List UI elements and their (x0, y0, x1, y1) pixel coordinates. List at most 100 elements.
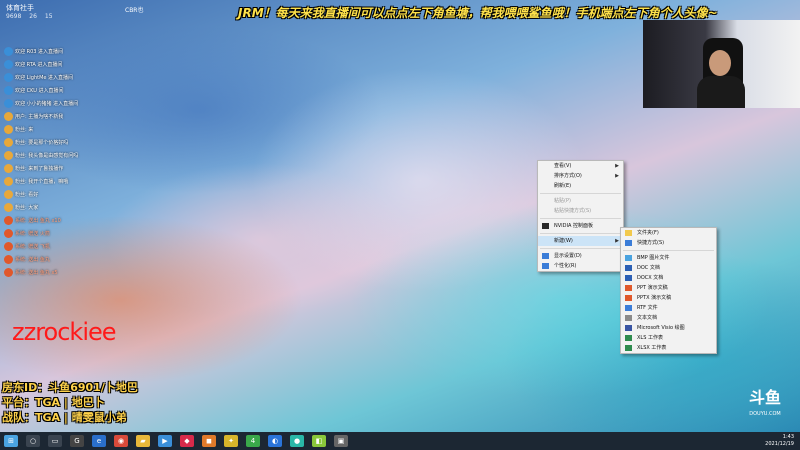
chat-message-text: 粉丝: 我头像是由感觉有问吗 (15, 153, 79, 159)
chevron-right-icon: ▶ (615, 238, 619, 244)
menu-item[interactable]: DOCX 文档 (621, 273, 716, 283)
tray-time: 1:43 (782, 434, 794, 440)
chat-message: 粉丝: 看好 (4, 189, 154, 202)
menu-separator (540, 218, 621, 219)
chevron-right-icon: ▶ (615, 163, 619, 169)
user-badge-icon (4, 86, 13, 95)
user-badge-icon (4, 99, 13, 108)
app-teal-icon[interactable]: ● (290, 435, 304, 447)
menu-item[interactable]: 文本文档 (621, 313, 716, 323)
app-yellow-icon[interactable]: ✦ (224, 435, 238, 447)
xls-file-icon (625, 335, 632, 341)
menu-item[interactable]: 文件夹(F) (621, 228, 716, 238)
menu-item[interactable]: Microsoft Visio 绘图 (621, 323, 716, 333)
menu-item[interactable]: 排序方式(O) ▶ (538, 171, 623, 181)
chat-message-text: 粉丝: 来 (15, 127, 34, 133)
user-badge-icon (4, 177, 13, 186)
user-badge-icon (4, 164, 13, 173)
menu-item-label: PPT 演示文稿 (637, 285, 668, 291)
task-view-icon[interactable]: ▭ (48, 435, 62, 447)
app-gray-icon[interactable]: ▣ (334, 435, 348, 447)
user-badge-icon (4, 47, 13, 56)
app-g-icon[interactable]: G (70, 435, 84, 447)
chat-message-text: 粉丝: 来到了鲁独播作 (15, 166, 64, 172)
ppt-file-icon (625, 285, 632, 291)
menu-item-label: 粘贴(P) (554, 198, 571, 204)
display-icon (542, 253, 549, 259)
app-lime-icon[interactable]: ◧ (312, 435, 326, 447)
shortcut-icon (625, 240, 632, 246)
chat-message-text: 系统: 送出 鱼丸 x10 (15, 218, 61, 224)
douyu-logo-text: 斗鱼 (748, 388, 781, 407)
menu-item[interactable]: PPT 演示文稿 (621, 283, 716, 293)
menu-separator (540, 233, 621, 234)
file-explorer-icon[interactable]: ▰ (136, 435, 150, 447)
txt-file-icon (625, 315, 632, 321)
menu-item[interactable]: 新建(W) ▶ (538, 236, 623, 246)
menu-item-label: RTF 文件 (637, 305, 658, 311)
menu-item[interactable]: DOC 文档 (621, 263, 716, 273)
menu-item-label: 新建(W) (554, 238, 573, 244)
chat-message: 系统: 送出 鱼丸 (4, 254, 154, 267)
menu-item-label: PPTX 演示文稿 (637, 295, 672, 301)
search-icon[interactable]: ○ (26, 435, 40, 447)
bmp-file-icon (625, 255, 632, 261)
user-badge-icon (4, 125, 13, 134)
stream-title-banner: JRM！每天来我直播间可以点点左下角鱼塘，帮我喂喂鲨鱼哦！手机端点左下角个人头像… (238, 6, 718, 20)
nvidia-icon (542, 223, 549, 229)
user-badge-icon (4, 151, 13, 160)
app-red-icon[interactable]: ◆ (180, 435, 194, 447)
chat-message: 粉丝: 大家 (4, 202, 154, 215)
edge-icon[interactable]: e (92, 435, 106, 447)
menu-item[interactable]: BMP 图片文件 (621, 253, 716, 263)
menu-item[interactable]: 刷新(E) (538, 181, 623, 191)
app-green-icon[interactable]: 4 (246, 435, 260, 447)
chat-message-text: 粉丝: 大家 (15, 205, 39, 211)
rtf-file-icon (625, 305, 632, 311)
chat-message-text: 用户: 主播为啥不新我 (15, 114, 64, 120)
chat-message-text: 系统: 送出 鱼丸 (15, 257, 50, 263)
webcam-person-body (697, 76, 745, 108)
visio-file-icon (625, 325, 632, 331)
webcam-person-head (709, 50, 731, 76)
room-stats: 9698 26 15 (6, 13, 146, 20)
chat-message: 系统: 赠送 火箭 (4, 228, 154, 241)
menu-item[interactable]: XLS 工作表 (621, 333, 716, 343)
doc-file-icon (625, 265, 632, 271)
menu-item-label: 文本文档 (637, 315, 658, 321)
chat-message: 粉丝: 我开个直播，嘛哦 (4, 176, 154, 189)
stat-viewers: 9698 (6, 13, 22, 20)
start-icon[interactable]: ⊞ (4, 435, 18, 447)
system-tray-clock[interactable]: 1:43 2021/12/19 (765, 434, 794, 448)
user-badge-icon (4, 138, 13, 147)
douyu-logo-sub: DOUYU.COM (749, 411, 781, 417)
menu-item[interactable]: 快捷方式(S) (621, 238, 716, 248)
media-icon[interactable]: ▶ (158, 435, 172, 447)
chat-message: 系统: 赠送 飞机 (4, 241, 154, 254)
menu-item-label: XLS 工作表 (637, 335, 663, 341)
app-orange-icon[interactable]: ◼ (202, 435, 216, 447)
streamer-info-block: 房东ID：斗鱼6901/卜地巴 平台：TGA | 地巴卜 战队：TGA | 晴雯… (2, 380, 138, 425)
app-blue-icon[interactable]: ◐ (268, 435, 282, 447)
menu-item[interactable]: 显示设置(D) (538, 251, 623, 261)
chat-message: 粉丝: 要是那个价格好吗 (4, 137, 154, 150)
menu-item[interactable]: NVIDIA 控制面板 (538, 221, 623, 231)
menu-item-label: 粘贴快捷方式(S) (554, 208, 592, 214)
menu-item[interactable]: 个性化(R) (538, 261, 623, 271)
chrome-icon[interactable]: ◉ (114, 435, 128, 447)
menu-item: 粘贴(P) (538, 196, 623, 206)
menu-separator (540, 193, 621, 194)
menu-item[interactable]: XLSX 工作表 (621, 343, 716, 353)
chat-message-text: 欢迎 R03 进入直播间 (15, 49, 64, 55)
chat-message: 系统: 送出 鱼丸 x5 (4, 267, 154, 280)
pptx-file-icon (625, 295, 632, 301)
menu-item[interactable]: PPTX 演示文稿 (621, 293, 716, 303)
menu-item[interactable]: RTF 文件 (621, 303, 716, 313)
folder-icon (625, 230, 632, 236)
tray-date: 2021/12/19 (765, 441, 794, 447)
menu-item-label: BMP 图片文件 (637, 255, 670, 261)
menu-item-label: 显示设置(D) (554, 253, 582, 259)
stat-followers: 26 (29, 13, 37, 20)
menu-separator (623, 250, 714, 251)
menu-item[interactable]: 查看(V) ▶ (538, 161, 623, 171)
